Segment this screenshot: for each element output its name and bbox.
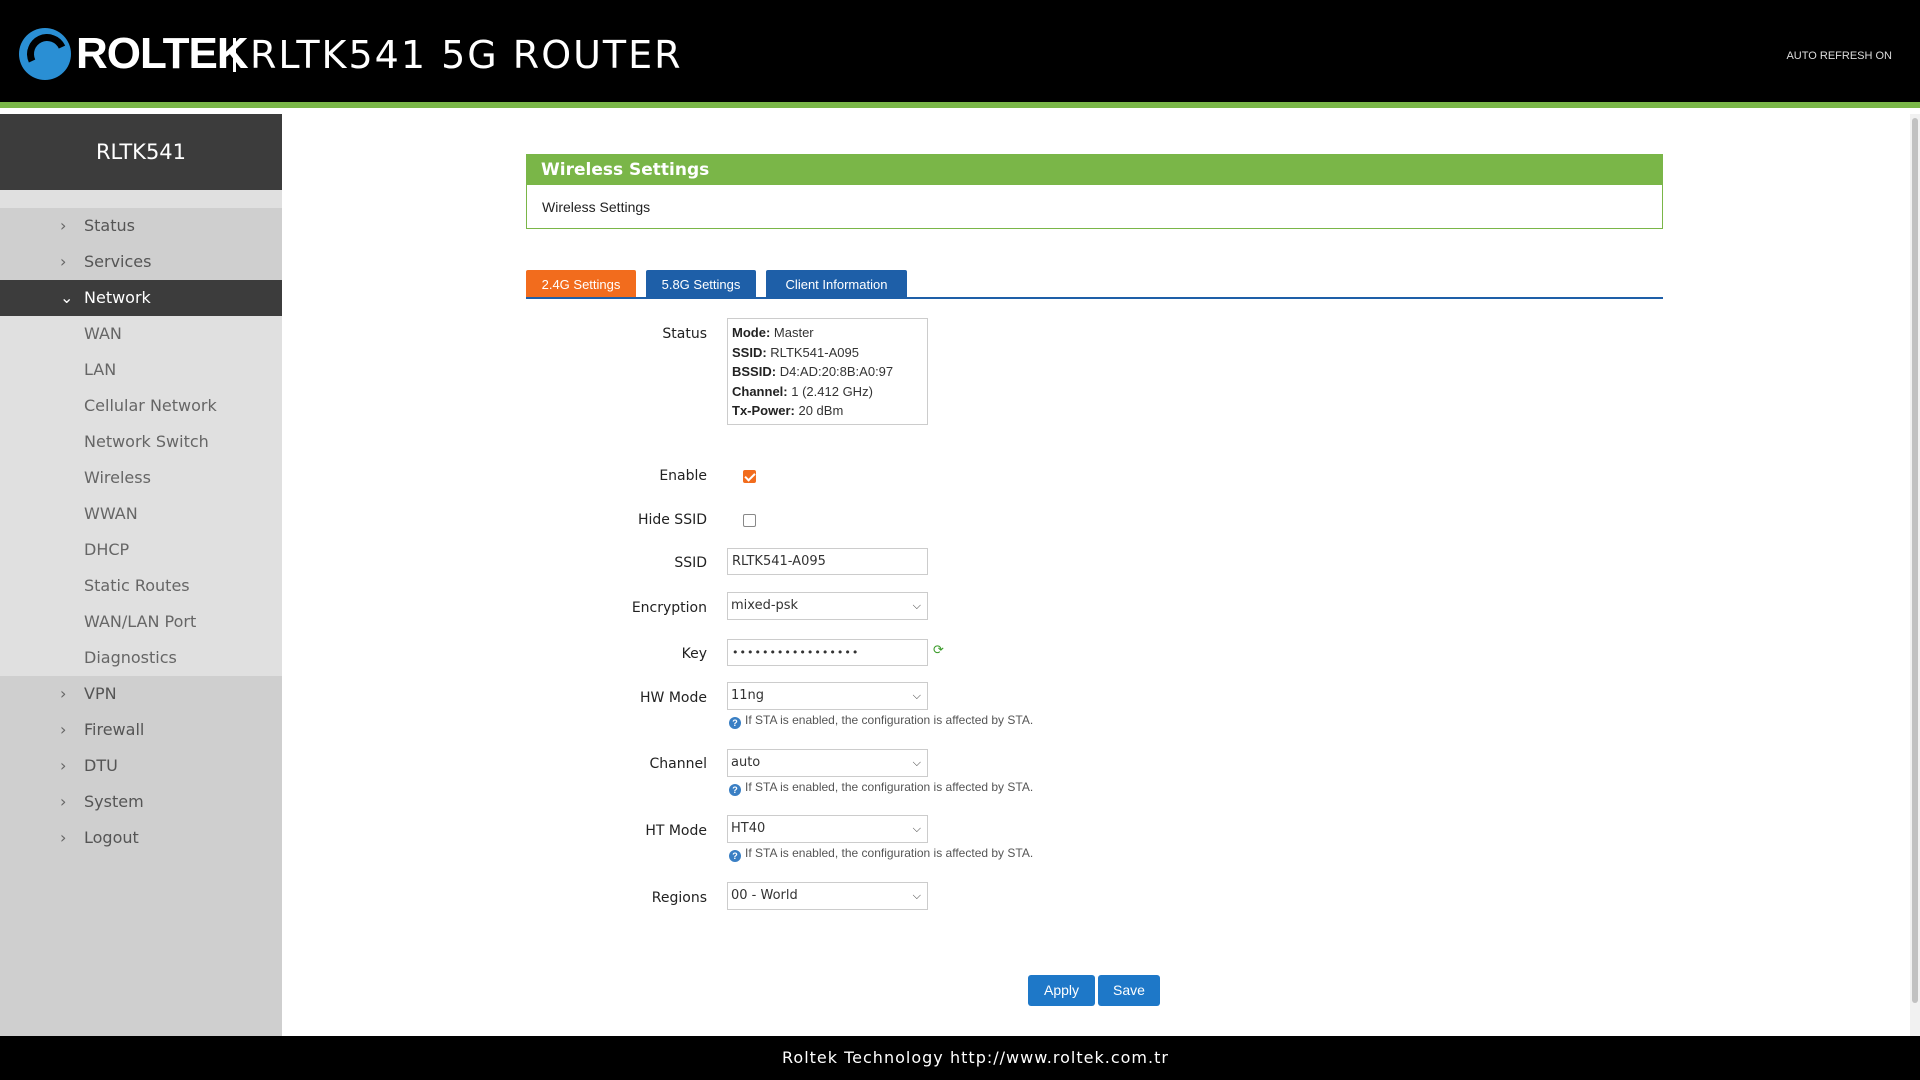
chevron-down-icon: ⌵ [912,822,921,835]
chevron-right-icon: › [60,252,67,271]
chevron-right-icon: › [60,720,67,739]
hw-mode-label: HW Mode [640,690,707,706]
footer: Roltek Technology http://www.roltek.com.… [0,1036,1920,1080]
sidebar-item-dtu[interactable]: › DTU [0,748,282,784]
channel-hint: ? If STA is enabled, the configuration is… [729,780,1033,796]
regions-value: 00 - World [731,888,798,903]
ht-mode-value: HT40 [731,821,766,836]
ssid-input[interactable]: RLTK541-A095 [727,548,928,575]
status-info-box: Mode: Master SSID: RLTK541-A095 BSSID: D… [727,318,928,425]
sidebar-subitem-dhcp[interactable]: DHCP [0,532,282,568]
hide-ssid-label: Hide SSID [637,512,707,528]
channel-label: Channel [649,756,707,772]
regions-label: Regions [651,890,707,906]
status-channel: Channel: 1 (2.412 GHz) [732,383,873,399]
scrollbar-thumb[interactable] [1912,118,1918,1003]
apply-button[interactable]: Apply [1028,975,1095,1006]
sidebar-subitem-cellular-network[interactable]: Cellular Network [0,388,282,424]
product-title: RLTK541 5G ROUTER [250,33,683,77]
chevron-right-icon: › [60,216,67,235]
sidebar-title: RLTK541 [0,114,282,190]
hide-ssid-checkbox[interactable] [743,514,756,527]
top-header: ROLTEK RLTK541 5G ROUTER AUTO REFRESH ON [0,0,1920,108]
panel-description: Wireless Settings [542,199,651,215]
sidebar-item-label: Status [84,216,135,235]
chevron-right-icon: › [60,684,67,703]
page-scrollbar[interactable] [1910,114,1920,1036]
sidebar-subitem-network-switch[interactable]: Network Switch [0,424,282,460]
tab-client-information[interactable]: Client Information [766,270,907,297]
sidebar-item-vpn[interactable]: › VPN [0,676,282,712]
sidebar-item-label: Network [84,288,151,307]
chevron-down-icon: ⌄ [60,288,74,307]
encryption-value: mixed-psk [731,598,799,613]
sidebar-item-logout[interactable]: › Logout [0,820,282,856]
panel-title: Wireless Settings [527,155,1662,185]
status-bssid: BSSID: D4:AD:20:8B:A0:97 [732,364,894,379]
ht-mode-hint: ? If STA is enabled, the configuration is… [729,846,1033,862]
channel-value: auto [731,755,761,770]
settings-tabs: 2.4G Settings 5.8G Settings Client Infor… [526,270,1663,299]
ssid-label: SSID [674,555,707,571]
sidebar-item-network[interactable]: ⌄ Network [0,280,282,316]
sidebar-item-label: DTU [84,756,118,775]
sidebar-subitem-lan[interactable]: LAN [0,352,282,388]
chevron-down-icon: ⌵ [912,756,921,769]
sidebar: RLTK541 › Status › Services ⌄ Network WA… [0,114,282,1036]
sidebar-subitem-wan-lan-port[interactable]: WAN/LAN Port [0,604,282,640]
enable-checkbox[interactable] [743,470,756,483]
tab-2-4g-settings[interactable]: 2.4G Settings [526,270,636,297]
status-label: Status [662,326,707,342]
sidebar-item-firewall[interactable]: › Firewall [0,712,282,748]
footer-link[interactable]: http://www.roltek.com.tr [950,1036,1169,1080]
hw-mode-value: 11ng [731,688,765,703]
key-input[interactable]: ••••••••••••••••• [727,639,928,666]
save-button[interactable]: Save [1098,975,1160,1006]
info-icon: ? [729,784,741,796]
wireless-settings-panel: Wireless Settings Wireless Settings [526,154,1663,229]
sidebar-item-system[interactable]: › System [0,784,282,820]
sidebar-subitem-wwan[interactable]: WWAN [0,496,282,532]
sidebar-subitem-wan[interactable]: WAN [0,316,282,352]
status-mode: Mode: Master [732,325,814,340]
sidebar-item-label: VPN [84,684,117,703]
sidebar-item-label: System [84,792,144,811]
regions-select[interactable]: 00 - World ⌵ [727,882,928,910]
hw-mode-hint: ? If STA is enabled, the configuration is… [729,713,1033,729]
chevron-right-icon: › [60,756,67,775]
ht-mode-label: HT Mode [645,823,707,839]
enable-label: Enable [659,468,707,484]
reveal-password-icon[interactable]: ⟳ [933,644,945,657]
ht-mode-select[interactable]: HT40 ⌵ [727,815,928,843]
roltek-logo-icon [19,28,71,80]
sidebar-item-label: Services [84,252,152,271]
tab-5-8g-settings[interactable]: 5.8G Settings [646,270,756,297]
channel-select[interactable]: auto ⌵ [727,749,928,777]
chevron-down-icon: ⌵ [912,889,921,902]
auto-refresh-toggle[interactable]: AUTO REFRESH ON [1786,50,1892,62]
brand-name: ROLTEK [76,29,249,78]
key-label: Key [681,646,707,662]
chevron-down-icon: ⌵ [912,599,921,612]
info-icon: ? [729,717,741,729]
chevron-right-icon: › [60,792,67,811]
sidebar-subitem-static-routes[interactable]: Static Routes [0,568,282,604]
sidebar-item-services[interactable]: › Services [0,244,282,280]
status-ssid: SSID: RLTK541-A095 [732,344,859,360]
hw-mode-select[interactable]: 11ng ⌵ [727,682,928,710]
sidebar-subitem-diagnostics[interactable]: Diagnostics [0,640,282,676]
chevron-right-icon: › [60,828,67,847]
sidebar-subitem-wireless[interactable]: Wireless [0,460,282,496]
chevron-down-icon: ⌵ [912,689,921,702]
info-icon: ? [729,850,741,862]
footer-company: Roltek Technology [782,1048,944,1067]
sidebar-item-label: Logout [84,828,139,847]
encryption-label: Encryption [631,600,707,616]
status-tx-power: Tx-Power: 20 dBm [732,403,844,418]
sidebar-item-status[interactable]: › Status [0,208,282,244]
encryption-select[interactable]: mixed-psk ⌵ [727,592,928,620]
sidebar-filler [0,856,282,1036]
sidebar-item-label: Firewall [84,720,145,739]
brand-divider [233,38,236,72]
